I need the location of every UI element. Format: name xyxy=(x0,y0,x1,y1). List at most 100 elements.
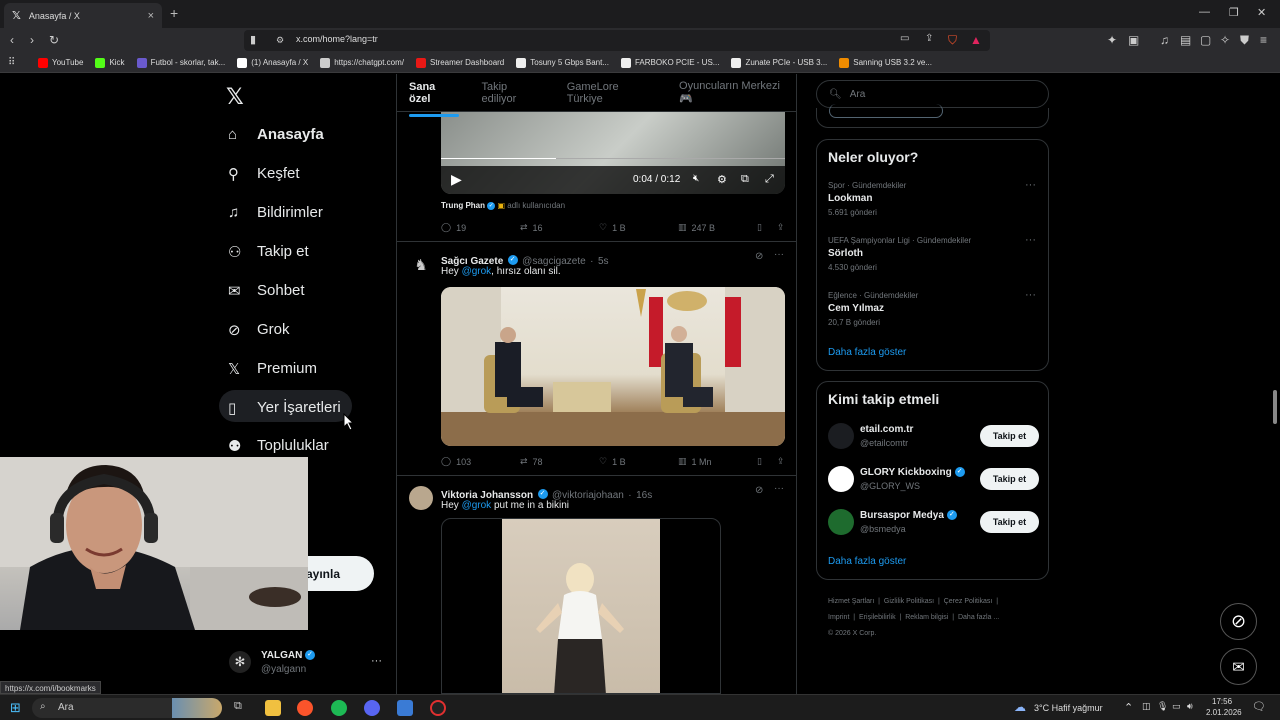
trends-show-more[interactable]: Daha fazla göster xyxy=(828,347,906,358)
timeline-tab[interactable]: Sana özel xyxy=(409,81,460,117)
clock-date[interactable]: 2.01.2026 xyxy=(1206,708,1242,717)
music-icon[interactable]: ♫ xyxy=(1160,33,1169,47)
avatar[interactable] xyxy=(409,486,433,510)
scrollbar-thumb[interactable] xyxy=(1273,390,1277,424)
taskbar-search[interactable]: ⌕ Ara xyxy=(32,698,222,718)
bookmark-item[interactable]: Streamer Dashboard xyxy=(416,57,504,68)
follow-name[interactable]: Bursaspor Medya ✓ xyxy=(860,510,957,521)
wallet-icon[interactable]: ▢ xyxy=(1200,33,1211,47)
more-options-icon[interactable]: ··· xyxy=(774,483,784,494)
grok-fab[interactable]: ⊘ xyxy=(1220,603,1257,640)
bookmark-button[interactable]: ▯ xyxy=(757,222,777,233)
bookmark-item[interactable]: https://chatgpt.com/ xyxy=(320,57,404,68)
follow-show-more[interactable]: Daha fazla göster xyxy=(828,556,906,567)
avatar[interactable] xyxy=(828,466,854,492)
tweet-image[interactable] xyxy=(441,518,721,694)
bookmark-item[interactable]: (1) Anasayfa / X xyxy=(237,57,308,68)
avatar[interactable] xyxy=(828,509,854,535)
share-button[interactable]: ⇪ xyxy=(777,456,797,467)
tray-app-icon[interactable]: ◫ xyxy=(1142,701,1151,712)
tweet[interactable]: Viktoria Johansson ✓ @viktoriajohaan · 1… xyxy=(397,476,796,694)
brave-rewards-icon[interactable]: ▲ xyxy=(970,33,982,47)
trend-more-icon[interactable]: ··· xyxy=(1025,179,1036,191)
bookmark-item[interactable]: FARBOKO PCIE - US... xyxy=(620,57,719,68)
sidebar-item-bookmark[interactable]: ▯ Yer İşaretleri xyxy=(228,389,341,425)
sidebar-item-x[interactable]: 𝕏 Premium xyxy=(228,350,317,386)
reply-button[interactable]: ◯ 103 xyxy=(441,456,520,467)
clock-time[interactable]: 17:56 xyxy=(1212,697,1232,706)
avatar[interactable] xyxy=(828,423,854,449)
grok-icon[interactable]: ⊘ xyxy=(755,251,763,262)
repost-button[interactable]: ⇄ 78 xyxy=(520,456,599,467)
share-icon[interactable]: ⇪ xyxy=(925,33,933,44)
browser-tab[interactable]: 𝕏 Anasayfa / X × xyxy=(4,3,162,28)
close-window-button[interactable]: ✕ xyxy=(1257,6,1266,19)
bookmark-item[interactable]: YouTube xyxy=(38,57,83,68)
like-button[interactable]: ♡ 1 B xyxy=(599,456,678,467)
tray-chevron-icon[interactable]: ⌃ xyxy=(1124,701,1133,714)
views-button[interactable]: ▥ 1 Mn xyxy=(678,456,757,467)
bookmark-item[interactable]: Zunate PCIe - USB 3... xyxy=(731,57,827,68)
obs-icon[interactable] xyxy=(430,700,446,716)
repost-button[interactable]: ⇄ 16 xyxy=(520,222,599,233)
sidebar-item-bell[interactable]: ♫ Bildirimler xyxy=(228,194,323,230)
pip-icon[interactable]: ⧉ xyxy=(741,173,749,186)
trend-more-icon[interactable]: ··· xyxy=(1025,234,1036,246)
video-player[interactable]: ▶ 0:04 / 0:12 🔇︎ ⚙ ⧉ ⤢ xyxy=(441,112,785,194)
trend-name[interactable]: Lookman xyxy=(828,193,872,204)
weather-text[interactable]: 3°C Hafif yağmur xyxy=(1034,703,1103,713)
screenshot-icon[interactable]: ▣ xyxy=(1128,33,1139,47)
notification-icon[interactable]: 🗨︎ xyxy=(1252,700,1266,713)
sidebar-item-mail[interactable]: ✉ Sohbet xyxy=(228,272,305,308)
follow-name[interactable]: GLORY Kickboxing ✓ xyxy=(860,467,965,478)
close-tab-icon[interactable]: × xyxy=(148,10,154,22)
follow-button[interactable]: Takip et xyxy=(980,425,1039,447)
tweet-video[interactable]: ▶ 0:04 / 0:12 🔇︎ ⚙ ⧉ ⤢ Trung Phan ✓ ▣ ad… xyxy=(397,112,796,242)
sidebar-item-home[interactable]: ⌂ Anasayfa xyxy=(228,116,324,152)
x-logo-icon[interactable]: 𝕏 xyxy=(226,84,244,110)
mute-icon[interactable]: 🔇︎ xyxy=(693,173,699,184)
fullscreen-icon[interactable]: ⤢ xyxy=(765,173,774,186)
like-button[interactable]: ♡ 1 B xyxy=(599,222,678,233)
bookmark-item[interactable]: Tosuny 5 Gbps Bant... xyxy=(516,57,609,68)
play-icon[interactable]: ▶ xyxy=(451,171,462,188)
minimize-button[interactable]: — xyxy=(1199,6,1210,18)
video-source[interactable]: Trung Phan ✓ ▣ adlı kullanıcıdan xyxy=(441,201,565,210)
extensions-icon[interactable]: ✦ xyxy=(1107,33,1117,47)
apps-grid-icon[interactable]: ⠿ xyxy=(8,57,15,68)
bookmark-button[interactable]: ▯ xyxy=(757,456,777,467)
menu-icon[interactable]: ≡ xyxy=(1260,33,1267,47)
app-icon[interactable] xyxy=(397,700,413,716)
volume-icon[interactable]: 🔊︎ xyxy=(1187,701,1193,712)
cast-icon[interactable]: ▭ xyxy=(900,33,909,44)
leo-ai-icon[interactable]: ✧ xyxy=(1220,33,1230,47)
timeline-tab[interactable]: Oyuncuların Merkezi 🎮 xyxy=(679,80,796,105)
forward-icon[interactable]: › xyxy=(30,33,34,47)
tweet-image[interactable] xyxy=(441,287,785,446)
microphone-icon[interactable]: 🎙︎ xyxy=(1157,701,1168,712)
bookmark-item[interactable]: Sanning USB 3.2 ve... xyxy=(839,57,932,68)
brave-icon[interactable] xyxy=(297,700,313,716)
spotify-icon[interactable] xyxy=(331,700,347,716)
reply-button[interactable]: ◯ 19 xyxy=(441,222,520,233)
account-more-icon[interactable]: ··· xyxy=(371,655,382,667)
restore-button[interactable]: ❐ xyxy=(1229,6,1239,19)
sidebar-icon[interactable]: ▤ xyxy=(1180,33,1191,47)
views-button[interactable]: ▥ 247 B xyxy=(678,222,757,233)
task-view-icon[interactable]: ⧉ xyxy=(234,700,242,713)
trend-more-icon[interactable]: ··· xyxy=(1025,289,1036,301)
avatar[interactable]: ♞ xyxy=(409,254,433,278)
settings-icon[interactable]: ⚙ xyxy=(717,173,727,186)
bookmark-item[interactable]: Kick xyxy=(95,57,125,68)
back-icon[interactable]: ‹ xyxy=(10,33,14,47)
timeline-tab[interactable]: GameLore Türkiye xyxy=(567,81,657,105)
reload-icon[interactable]: ↻ xyxy=(49,33,59,47)
vpn-icon[interactable]: ⛊ xyxy=(1240,33,1249,48)
network-icon[interactable]: ▭ xyxy=(1172,701,1181,712)
follow-button[interactable]: Takip et xyxy=(980,511,1039,533)
windows-start-icon[interactable]: ⊞ xyxy=(10,700,21,716)
file-explorer-icon[interactable] xyxy=(265,700,281,716)
messages-fab[interactable]: ✉ xyxy=(1220,648,1257,685)
weather-icon[interactable]: ☁ xyxy=(1014,700,1026,714)
share-button[interactable]: ⇪ xyxy=(777,222,797,233)
